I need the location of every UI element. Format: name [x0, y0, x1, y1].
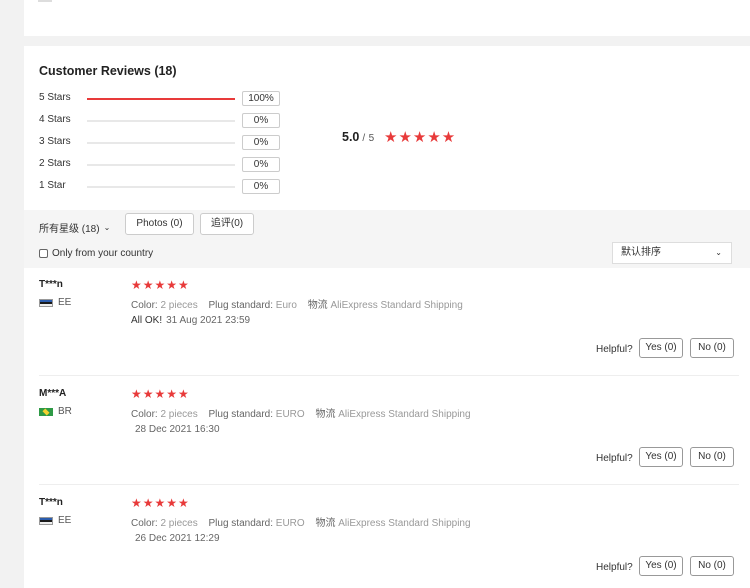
flag-ee-icon [39, 516, 53, 525]
all-stars-label: 所有星级 (18) [39, 224, 100, 235]
histogram-track [87, 98, 235, 100]
chevron-down-icon: ⌄ [715, 248, 722, 257]
helpful-no-button[interactable]: No (0) [690, 556, 734, 576]
country-code: EE [58, 297, 72, 308]
plug-label: Plug standard: [208, 409, 274, 420]
review-divider [39, 375, 739, 376]
color-label: Color: [131, 300, 158, 311]
country-code: EE [58, 515, 72, 526]
plug-value: Euro [275, 300, 297, 311]
review-item: M***A BR ★★★★★ Color: 2 pieces Plug stan… [24, 377, 750, 485]
review-meta: Color: 2 pieces Plug standard: EURO 物流 A… [131, 405, 471, 420]
chevron-down-icon: ⌄ [103, 223, 111, 232]
histogram-label: 2 Stars [39, 158, 71, 169]
divider [38, 0, 52, 2]
customer-reviews-card: Customer Reviews (18) 5 Stars 100% 4 Sta… [24, 46, 750, 588]
sort-select[interactable]: 默认排序 ⌄ [612, 242, 732, 264]
histogram-track [87, 164, 235, 166]
reviewer-country: BR [39, 406, 72, 417]
plug-label: Plug standard: [208, 518, 274, 529]
country-filter-label: Only from your country [52, 248, 154, 259]
review-stars-icon: ★★★★★ [131, 387, 190, 401]
review-item: T***n EE ★★★★★ Color: 2 pieces Plug stan… [24, 268, 750, 376]
reviewer-name: T***n [39, 279, 63, 290]
histogram-percent: 0% [242, 113, 280, 128]
histogram-row-4-stars[interactable]: 4 Stars 0% [39, 113, 299, 129]
histogram-fill [87, 98, 235, 100]
histogram-track [87, 142, 235, 144]
histogram-percent: 0% [242, 135, 280, 150]
histogram-percent: 0% [242, 157, 280, 172]
helpful-yes-button[interactable]: Yes (0) [639, 447, 683, 467]
color-value: 2 pieces [160, 518, 198, 529]
review-text-row: 26 Dec 2021 12:29 [131, 533, 220, 544]
review-text-row: All OK! 31 Aug 2021 23:59 [131, 315, 250, 326]
flag-br-icon [39, 407, 53, 416]
histogram-percent: 100% [242, 91, 280, 106]
average-separator: / [362, 133, 366, 144]
histogram-row-3-stars[interactable]: 3 Stars 0% [39, 135, 299, 151]
photos-filter-button[interactable]: Photos (0) [125, 213, 194, 235]
helpful-yes-button[interactable]: Yes (0) [639, 338, 683, 358]
color-label: Color: [131, 409, 158, 420]
additional-review-filter-button[interactable]: 追评(0) [200, 213, 254, 235]
shipping-value: AliExpress Standard Shipping [338, 409, 471, 420]
helpful-label: Helpful? [596, 344, 633, 355]
histogram-label: 4 Stars [39, 114, 71, 125]
review-text-row: 28 Dec 2021 16:30 [131, 424, 220, 435]
helpful-no-button[interactable]: No (0) [690, 338, 734, 358]
average-score: 5.0 [342, 130, 360, 144]
average-max: 5 [368, 133, 375, 144]
review-stars-icon: ★★★★★ [131, 278, 190, 292]
reviewer-name: T***n [39, 497, 63, 508]
shipping-value: AliExpress Standard Shipping [330, 300, 463, 311]
average-stars-icon: ★★★★★ [384, 129, 457, 146]
helpful-label: Helpful? [596, 562, 633, 573]
average-rating: 5.0/ 5 [342, 130, 374, 144]
helpful-label: Helpful? [596, 453, 633, 464]
review-item: T***n EE ★★★★★ Color: 2 pieces Plug stan… [24, 486, 750, 588]
shipping-value: AliExpress Standard Shipping [338, 518, 471, 529]
color-label: Color: [131, 518, 158, 529]
shipping-label: 物流 [307, 300, 328, 311]
histogram-row-1-star[interactable]: 1 Star 0% [39, 179, 299, 195]
flag-ee-icon [39, 298, 53, 307]
histogram-label: 3 Stars [39, 136, 71, 147]
histogram-track [87, 120, 235, 122]
country-filter[interactable]: Only from your country [39, 248, 153, 259]
histogram-percent: 0% [242, 179, 280, 194]
reviewer-country: EE [39, 515, 71, 526]
review-meta: Color: 2 pieces Plug standard: EURO 物流 A… [131, 514, 471, 529]
plug-value: EURO [275, 518, 305, 529]
review-text: All OK! [131, 315, 163, 326]
reviewer-name: M***A [39, 388, 67, 399]
country-checkbox[interactable] [39, 249, 48, 258]
country-code: BR [58, 406, 72, 417]
review-date: 31 Aug 2021 23:59 [166, 315, 251, 326]
shipping-label: 物流 [315, 518, 336, 529]
plug-value: EURO [275, 409, 305, 420]
helpful-no-button[interactable]: No (0) [690, 447, 734, 467]
review-divider [39, 484, 739, 485]
helpful-yes-button[interactable]: Yes (0) [639, 556, 683, 576]
reviewer-country: EE [39, 297, 71, 308]
review-date: 26 Dec 2021 12:29 [135, 533, 220, 544]
histogram-label: 1 Star [39, 180, 66, 191]
review-meta: Color: 2 pieces Plug standard: Euro 物流 A… [131, 296, 463, 311]
histogram-track [87, 186, 235, 188]
review-stars-icon: ★★★★★ [131, 496, 190, 510]
review-date: 28 Dec 2021 16:30 [135, 424, 220, 435]
reviews-title: Customer Reviews (18) [39, 64, 177, 78]
filter-bar: 所有星级 (18) ⌄ Photos (0) 追评(0) Only from y… [24, 210, 750, 268]
previous-section-card [24, 0, 750, 36]
histogram-row-2-stars[interactable]: 2 Stars 0% [39, 157, 299, 173]
color-value: 2 pieces [160, 300, 198, 311]
plug-label: Plug standard: [208, 300, 274, 311]
shipping-label: 物流 [315, 409, 336, 420]
histogram-label: 5 Stars [39, 92, 71, 103]
sort-label: 默认排序 [621, 247, 661, 258]
histogram-row-5-stars[interactable]: 5 Stars 100% [39, 91, 299, 107]
all-stars-dropdown[interactable]: 所有星级 (18) ⌄ [39, 220, 110, 235]
color-value: 2 pieces [160, 409, 198, 420]
